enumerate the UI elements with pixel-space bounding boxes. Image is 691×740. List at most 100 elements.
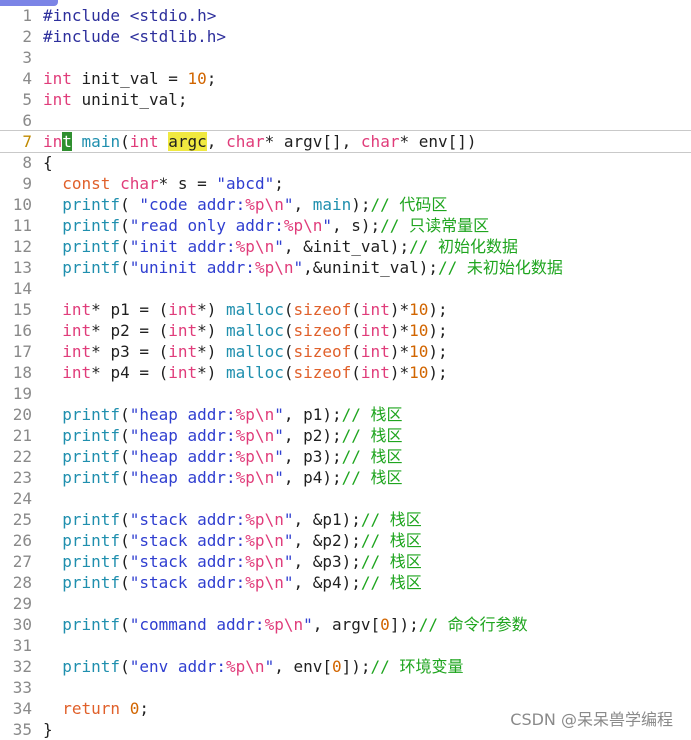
code-token: printf bbox=[62, 237, 121, 256]
code-line[interactable]: 2 #include <stdlib.h> bbox=[0, 26, 691, 47]
code-text[interactable]: printf("uninit addr:%p\n",&uninit_val);/… bbox=[43, 257, 563, 278]
code-token: // 代码区 bbox=[370, 195, 448, 214]
code-line[interactable]: 28 printf("stack addr:%p\n", &p4);// 栈区 bbox=[0, 572, 691, 593]
code-token: int bbox=[168, 300, 198, 319]
code-token: char bbox=[360, 132, 400, 151]
code-token: )* bbox=[389, 321, 410, 340]
code-text[interactable]: int* p1 = (int*) malloc(sizeof(int)*10); bbox=[43, 299, 448, 320]
code-line[interactable]: 18 int* p4 = (int*) malloc(sizeof(int)*1… bbox=[0, 362, 691, 383]
code-token: ; bbox=[206, 69, 217, 88]
code-text[interactable]: const char* s = "abcd"; bbox=[43, 173, 284, 194]
code-text[interactable]: printf("read only addr:%p\n", s);// 只读常量… bbox=[43, 215, 489, 236]
code-line[interactable]: 11 printf("read only addr:%p\n", s);// 只… bbox=[0, 215, 691, 236]
code-token: ]); bbox=[389, 615, 419, 634]
code-line[interactable]: 22 printf("heap addr:%p\n", p3);// 栈区 bbox=[0, 446, 691, 467]
code-text[interactable]: printf("heap addr:%p\n", p3);// 栈区 bbox=[43, 446, 402, 467]
code-line[interactable]: 31 bbox=[0, 635, 691, 656]
code-line[interactable]: 4 int init_val = 10; bbox=[0, 68, 691, 89]
code-text[interactable]: #include <stdlib.h> bbox=[43, 26, 226, 47]
code-text[interactable]: printf("stack addr:%p\n", &p2);// 栈区 bbox=[43, 530, 422, 551]
code-line[interactable]: 6 bbox=[0, 110, 691, 131]
code-text[interactable]: { bbox=[43, 152, 53, 173]
code-line[interactable]: 24 bbox=[0, 488, 691, 509]
code-text[interactable]: printf("stack addr:%p\n", &p1);// 栈区 bbox=[43, 509, 422, 530]
code-token: int bbox=[360, 342, 390, 361]
code-token: sizeof bbox=[293, 363, 352, 382]
code-token: , &p2); bbox=[293, 531, 361, 550]
code-token: ( bbox=[351, 300, 361, 319]
code-editor[interactable]: 1 #include <stdio.h> 2 #include <stdlib.h> 3… bbox=[0, 5, 691, 740]
line-number: 27 bbox=[12, 552, 32, 571]
code-line[interactable]: 23 printf("heap addr:%p\n", p4);// 栈区 bbox=[0, 467, 691, 488]
code-text[interactable]: printf("init addr:%p\n", &init_val);// 初… bbox=[43, 236, 518, 257]
line-number: 22 bbox=[12, 447, 32, 466]
code-line[interactable]: 25 printf("stack addr:%p\n", &p1);// 栈区 bbox=[0, 509, 691, 530]
code-token: main bbox=[312, 195, 352, 214]
code-token: " bbox=[274, 237, 284, 256]
code-token: , p4); bbox=[283, 468, 342, 487]
code-token: %p\n bbox=[254, 258, 294, 277]
code-token: printf bbox=[62, 615, 121, 634]
code-line[interactable]: 14 bbox=[0, 278, 691, 299]
code-line[interactable]: 21 printf("heap addr:%p\n", p2);// 栈区 bbox=[0, 425, 691, 446]
code-line[interactable]: 10 printf( "code addr:%p\n", main);// 代码… bbox=[0, 194, 691, 215]
code-text[interactable]: int* p3 = (int*) malloc(sizeof(int)*10); bbox=[43, 341, 447, 362]
code-token: int bbox=[168, 321, 198, 340]
code-text[interactable]: printf("env addr:%p\n", env[0]);// 环境变量 bbox=[43, 656, 463, 677]
code-token: %p\n bbox=[245, 531, 284, 550]
code-line[interactable]: 26 printf("stack addr:%p\n", &p2);// 栈区 bbox=[0, 530, 691, 551]
code-text[interactable]: printf("heap addr:%p\n", p2);// 栈区 bbox=[43, 425, 402, 446]
code-token: #include <stdio.h> bbox=[43, 6, 217, 25]
code-token: %p\n bbox=[235, 426, 275, 445]
code-text[interactable]: printf("command addr:%p\n", argv[0]);// … bbox=[43, 614, 527, 635]
code-text[interactable]: #include <stdio.h> bbox=[43, 5, 216, 26]
code-line[interactable]: 7 int main(int argc, char* argv[], char* … bbox=[0, 130, 691, 153]
code-text[interactable]: int uninit_val; bbox=[43, 89, 188, 110]
code-line[interactable]: 29 bbox=[0, 593, 691, 614]
code-line[interactable]: 16 int* p2 = (int*) malloc(sizeof(int)*1… bbox=[0, 320, 691, 341]
code-token: // 未初始化数据 bbox=[437, 258, 563, 277]
code-text[interactable]: int* p2 = (int*) malloc(sizeof(int)*10); bbox=[43, 320, 447, 341]
line-number: 2 bbox=[22, 27, 32, 46]
code-line[interactable]: 13 printf("uninit addr:%p\n",&uninit_val… bbox=[0, 257, 691, 278]
code-token: , &p4); bbox=[293, 573, 361, 592]
code-line[interactable]: 12 printf("init addr:%p\n", &init_val);/… bbox=[0, 236, 691, 257]
code-line[interactable]: 27 printf("stack addr:%p\n", &p3);// 栈区 bbox=[0, 551, 691, 572]
code-line[interactable]: 15 int* p1 = (int*) malloc(sizeof(int)*1… bbox=[0, 299, 691, 320]
code-token: "stack addr: bbox=[129, 573, 246, 592]
code-token: "abcd" bbox=[216, 174, 275, 193]
code-line[interactable]: 1 #include <stdio.h> bbox=[0, 5, 691, 26]
code-token: int bbox=[168, 363, 198, 382]
code-line[interactable]: 19 bbox=[0, 383, 691, 404]
code-text[interactable]: printf("stack addr:%p\n", &p4);// 栈区 bbox=[43, 572, 422, 593]
code-text[interactable]: printf("heap addr:%p\n", p4);// 栈区 bbox=[43, 467, 402, 488]
code-line[interactable]: 5 int uninit_val; bbox=[0, 89, 691, 110]
code-line[interactable]: 30 printf("command addr:%p\n", argv[0]);… bbox=[0, 614, 691, 635]
code-token: * s = bbox=[158, 174, 217, 193]
code-text[interactable]: int main(int argc, char* argv[], char* e… bbox=[43, 131, 477, 152]
code-line[interactable]: 17 int* p3 = (int*) malloc(sizeof(int)*1… bbox=[0, 341, 691, 362]
code-text[interactable]: printf( "code addr:%p\n", main);// 代码区 bbox=[43, 194, 447, 215]
code-token: " bbox=[274, 468, 284, 487]
code-text[interactable]: printf("stack addr:%p\n", &p3);// 栈区 bbox=[43, 551, 422, 572]
code-text[interactable]: return 0; bbox=[43, 698, 149, 719]
code-token: "init addr: bbox=[129, 237, 236, 256]
code-line[interactable]: 3 bbox=[0, 47, 691, 68]
code-text[interactable]: } bbox=[43, 719, 53, 740]
code-token: 10 bbox=[409, 300, 429, 319]
code-token: int bbox=[168, 342, 198, 361]
code-token: * p4 = ( bbox=[91, 363, 169, 382]
code-line[interactable]: 33 bbox=[0, 677, 691, 698]
code-token: ( bbox=[120, 615, 130, 634]
code-line[interactable]: 9 const char* s = "abcd"; bbox=[0, 173, 691, 194]
code-line[interactable]: 32 printf("env addr:%p\n", env[0]);// 环境… bbox=[0, 656, 691, 677]
code-text[interactable]: printf("heap addr:%p\n", p1);// 栈区 bbox=[43, 404, 402, 425]
code-line[interactable]: 20 printf("heap addr:%p\n", p1);// 栈区 bbox=[0, 404, 691, 425]
code-text[interactable]: int init_val = 10; bbox=[43, 68, 216, 89]
code-line[interactable]: 8{ bbox=[0, 152, 691, 173]
code-text[interactable]: int* p4 = (int*) malloc(sizeof(int)*10); bbox=[43, 362, 447, 383]
code-token: ); bbox=[428, 300, 448, 319]
